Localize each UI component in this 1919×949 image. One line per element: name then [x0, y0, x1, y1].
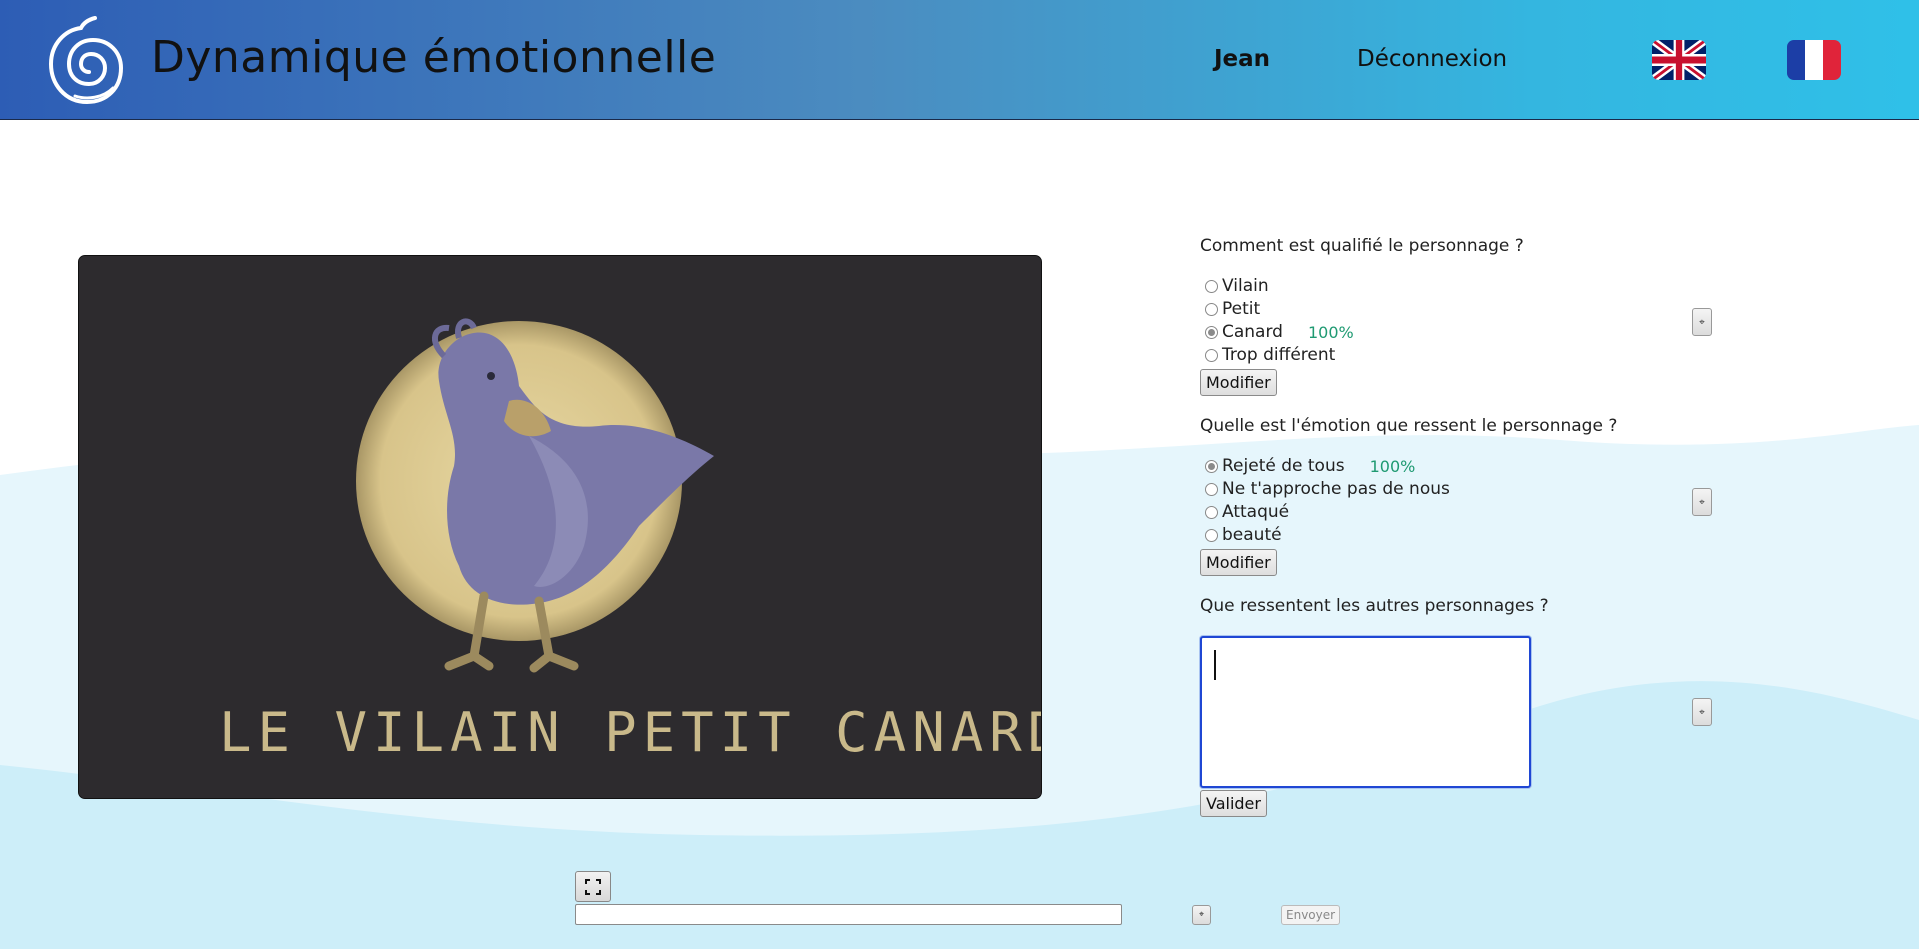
- q2-option-2[interactable]: Ne t'approche pas de nous: [1205, 479, 1450, 499]
- story-illustration: LE VILAIN PETIT CANARD: [78, 255, 1042, 799]
- percent-badge: 100%: [1369, 456, 1416, 476]
- question-1-label: Comment est qualifié le personnage ?: [1200, 236, 1524, 256]
- logout-link[interactable]: Déconnexion: [1357, 46, 1507, 72]
- q2-option-3[interactable]: Attaqué: [1205, 502, 1289, 522]
- side-action-button-3[interactable]: ⌖: [1692, 698, 1712, 726]
- option-label: Trop différent: [1222, 345, 1336, 365]
- modify-button-2[interactable]: Modifier: [1200, 549, 1277, 576]
- q2-option-4[interactable]: beauté: [1205, 525, 1282, 545]
- user-name-link[interactable]: Jean: [1214, 46, 1270, 72]
- option-label: Attaqué: [1222, 502, 1290, 522]
- app-header: Dynamique émotionnelle Jean Déconnexion: [0, 0, 1919, 120]
- app-title: Dynamique émotionnelle: [151, 32, 717, 83]
- side-action-button-2[interactable]: ⌖: [1692, 488, 1712, 516]
- option-label: Canard: [1222, 322, 1283, 342]
- radio-button[interactable]: [1205, 302, 1218, 316]
- fullscreen-icon: [585, 878, 601, 895]
- image-caption: LE VILAIN PETIT CANARD: [219, 701, 1042, 764]
- option-label: Petit: [1222, 299, 1261, 319]
- question-3-label: Que ressentent les autres personnages ?: [1200, 596, 1549, 616]
- q2-option-1[interactable]: Rejeté de tous 100%: [1205, 456, 1415, 476]
- message-input[interactable]: [575, 904, 1122, 925]
- france-flag-icon[interactable]: [1787, 40, 1841, 80]
- text-caret: [1214, 650, 1216, 680]
- radio-button[interactable]: [1205, 279, 1218, 293]
- radio-button[interactable]: [1205, 482, 1218, 496]
- q1-option-3[interactable]: Canard 100%: [1205, 322, 1354, 342]
- option-label: Ne t'approche pas de nous: [1222, 479, 1450, 499]
- spiral-logo-icon[interactable]: [47, 14, 125, 106]
- question-2-label: Quelle est l'émotion que ressent le pers…: [1200, 416, 1618, 436]
- side-action-button-1[interactable]: ⌖: [1692, 308, 1712, 336]
- radio-button[interactable]: [1205, 528, 1218, 542]
- modify-button-1[interactable]: Modifier: [1200, 369, 1277, 396]
- option-label: Rejeté de tous: [1222, 456, 1345, 476]
- radio-button[interactable]: [1205, 459, 1218, 473]
- q1-option-2[interactable]: Petit: [1205, 299, 1260, 319]
- validate-button[interactable]: Valider: [1200, 790, 1267, 817]
- radio-button[interactable]: [1205, 348, 1218, 362]
- option-label: beauté: [1222, 525, 1282, 545]
- q1-option-4[interactable]: Trop différent: [1205, 345, 1335, 365]
- option-label: Vilain: [1222, 276, 1269, 296]
- fullscreen-button[interactable]: [575, 871, 611, 902]
- uk-flag-icon[interactable]: [1652, 40, 1706, 80]
- q1-option-1[interactable]: Vilain: [1205, 276, 1269, 296]
- percent-badge: 100%: [1307, 322, 1354, 342]
- feelings-textarea[interactable]: [1200, 636, 1531, 788]
- send-button[interactable]: Envoyer: [1281, 905, 1341, 925]
- bottom-action-button[interactable]: ⌖: [1192, 905, 1211, 925]
- radio-button[interactable]: [1205, 325, 1218, 339]
- radio-button[interactable]: [1205, 505, 1218, 519]
